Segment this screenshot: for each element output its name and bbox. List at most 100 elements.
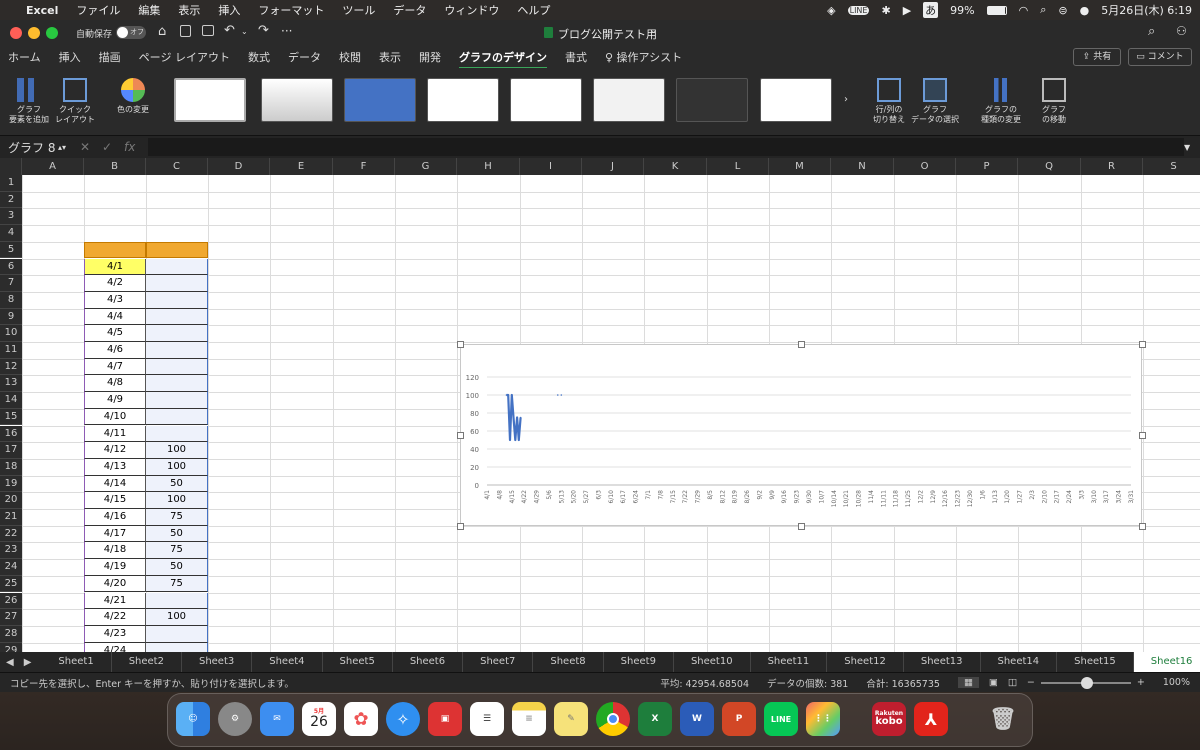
app-name[interactable]: Excel [26,4,58,17]
cancel-icon[interactable]: ✕ [80,140,102,154]
column-header-s[interactable]: S [1143,158,1200,175]
tab-format[interactable]: 書式 [565,49,587,65]
tab-chart-design[interactable]: グラフのデザイン [458,49,547,69]
tab-data[interactable]: データ [288,49,321,65]
system-preferences-icon[interactable]: ⚙ [218,702,252,736]
chart-style-7[interactable] [676,78,748,122]
formula-input[interactable] [148,138,1184,156]
value-cell[interactable] [146,408,208,426]
zoom-level[interactable]: 100% [1163,677,1190,688]
value-cell[interactable] [146,275,208,292]
menu-format[interactable]: フォーマット [258,2,324,18]
excel-icon[interactable]: X [638,702,672,736]
sheet-tab-sheet16[interactable]: Sheet16 [1133,652,1200,672]
chart-resize-handle[interactable] [1139,341,1146,348]
row-header-26[interactable]: 26 [0,592,22,610]
row-header-9[interactable]: 9 [0,308,22,326]
sheet-tab-sheet8[interactable]: Sheet8 [533,652,604,672]
search-icon[interactable]: ⌕ [1148,24,1155,39]
page-layout-view-icon[interactable]: ▣ [989,677,998,688]
row-header-25[interactable]: 25 [0,575,22,593]
save-icon[interactable] [180,25,191,37]
clock[interactable]: 5月26日(木) 6:19 [1101,2,1192,18]
chart-resize-handle[interactable] [1139,523,1146,530]
row-header-23[interactable]: 23 [0,542,22,560]
line-icon[interactable]: LINE [764,702,798,736]
bluetooth-icon[interactable]: ✱ [881,4,890,17]
mail-icon[interactable]: ✉ [260,702,294,736]
value-cell[interactable]: 100 [146,609,208,626]
chart-style-1[interactable] [174,78,246,122]
row-header-4[interactable]: 4 [0,225,22,242]
tab-draw[interactable]: 描画 [99,49,121,65]
sheet-tab-sheet4[interactable]: Sheet4 [252,652,323,672]
value-cell[interactable] [146,308,208,326]
sheet-tab-sheet6[interactable]: Sheet6 [393,652,464,672]
date-cell[interactable]: 4/20 [84,575,146,593]
row-header-5[interactable]: 5 [0,241,22,259]
date-cell[interactable]: 4/19 [84,559,146,576]
date-cell[interactable]: 4/17 [84,525,146,543]
date-cell[interactable]: 4/1 [84,258,146,276]
switch-row-column-button[interactable]: 行/列の 切り替え [866,78,912,125]
normal-view-icon[interactable]: ▦ [957,677,979,688]
word-icon[interactable]: W [680,702,714,736]
row-header-20[interactable]: 20 [0,492,22,509]
value-cell[interactable]: 50 [146,525,208,543]
value-cell[interactable] [146,258,208,276]
date-cell[interactable]: 4/5 [84,325,146,342]
stickies-icon[interactable]: ✎ [554,702,588,736]
date-cell[interactable]: 4/12 [84,442,146,459]
styles-scroll-icon[interactable]: › [844,94,848,105]
value-cell[interactable]: 50 [146,475,208,493]
share-button[interactable]: ⇪ 共有 [1073,48,1121,66]
zoom-slider[interactable] [1040,676,1131,689]
sheet-tab-sheet11[interactable]: Sheet11 [751,652,828,672]
date-cell[interactable]: 4/18 [84,542,146,560]
value-cell[interactable] [146,375,208,393]
control-center-icon[interactable]: ⊜ [1058,4,1067,17]
column-header-p[interactable]: P [956,158,1018,175]
row-header-13[interactable]: 13 [0,375,22,393]
header-cell-b5[interactable] [84,241,146,259]
name-box-stepper-icon[interactable]: ▴▾ [58,143,80,152]
sheet-tab-sheet12[interactable]: Sheet12 [827,652,904,672]
chart-style-2[interactable] [261,78,333,122]
status-menu-icon[interactable]: ◈ [827,4,835,17]
row-header-17[interactable]: 17 [0,442,22,459]
date-cell[interactable]: 4/9 [84,392,146,409]
quick-layout-button[interactable]: クイック レイアウト [52,78,98,125]
column-header-k[interactable]: K [644,158,707,175]
value-cell[interactable] [146,425,208,443]
menu-view[interactable]: 表示 [178,2,200,18]
chart-object[interactable]: 0 20 40 60 80 100 120 4/1 4/8 4/15 4/22 4/29 5/6 5/13… [460,344,1142,526]
header-cell-c5[interactable] [146,241,208,259]
undo-dropdown-icon[interactable]: ⌄ [241,27,248,36]
date-cell[interactable]: 4/4 [84,308,146,326]
row-header-29[interactable]: 29 [0,642,22,652]
value-cell[interactable]: 75 [146,509,208,526]
row-header-1[interactable]: 1 [0,175,22,192]
chart-resize-handle[interactable] [457,432,464,439]
chart-style-3[interactable] [344,78,416,122]
tab-tell-me[interactable]: ♀ 操作アシスト [605,49,682,65]
date-cell[interactable]: 4/13 [84,458,146,476]
chart-style-4[interactable] [427,78,499,122]
ime-indicator[interactable]: あ [923,2,939,18]
siri-icon[interactable]: ● [1080,4,1090,17]
menu-tools[interactable]: ツール [342,2,375,18]
sheet-tab-sheet15[interactable]: Sheet15 [1057,652,1134,672]
row-header-11[interactable]: 11 [0,342,22,359]
column-header-f[interactable]: F [333,158,395,175]
chart-resize-handle[interactable] [798,341,805,348]
row-header-16[interactable]: 16 [0,425,22,443]
value-cell[interactable] [146,325,208,342]
redo-icon[interactable]: ↷ [258,23,269,38]
enter-icon[interactable]: ✓ [102,140,124,154]
sheet-tab-sheet2[interactable]: Sheet2 [112,652,182,672]
change-chart-type-button[interactable]: グラフの 種類の変更 [976,78,1026,125]
menu-insert[interactable]: 挿入 [218,2,240,18]
page-break-view-icon[interactable]: ◫ [1008,677,1017,688]
comment-button[interactable]: ▭ コメント [1128,48,1192,66]
value-cell[interactable]: 50 [146,559,208,576]
